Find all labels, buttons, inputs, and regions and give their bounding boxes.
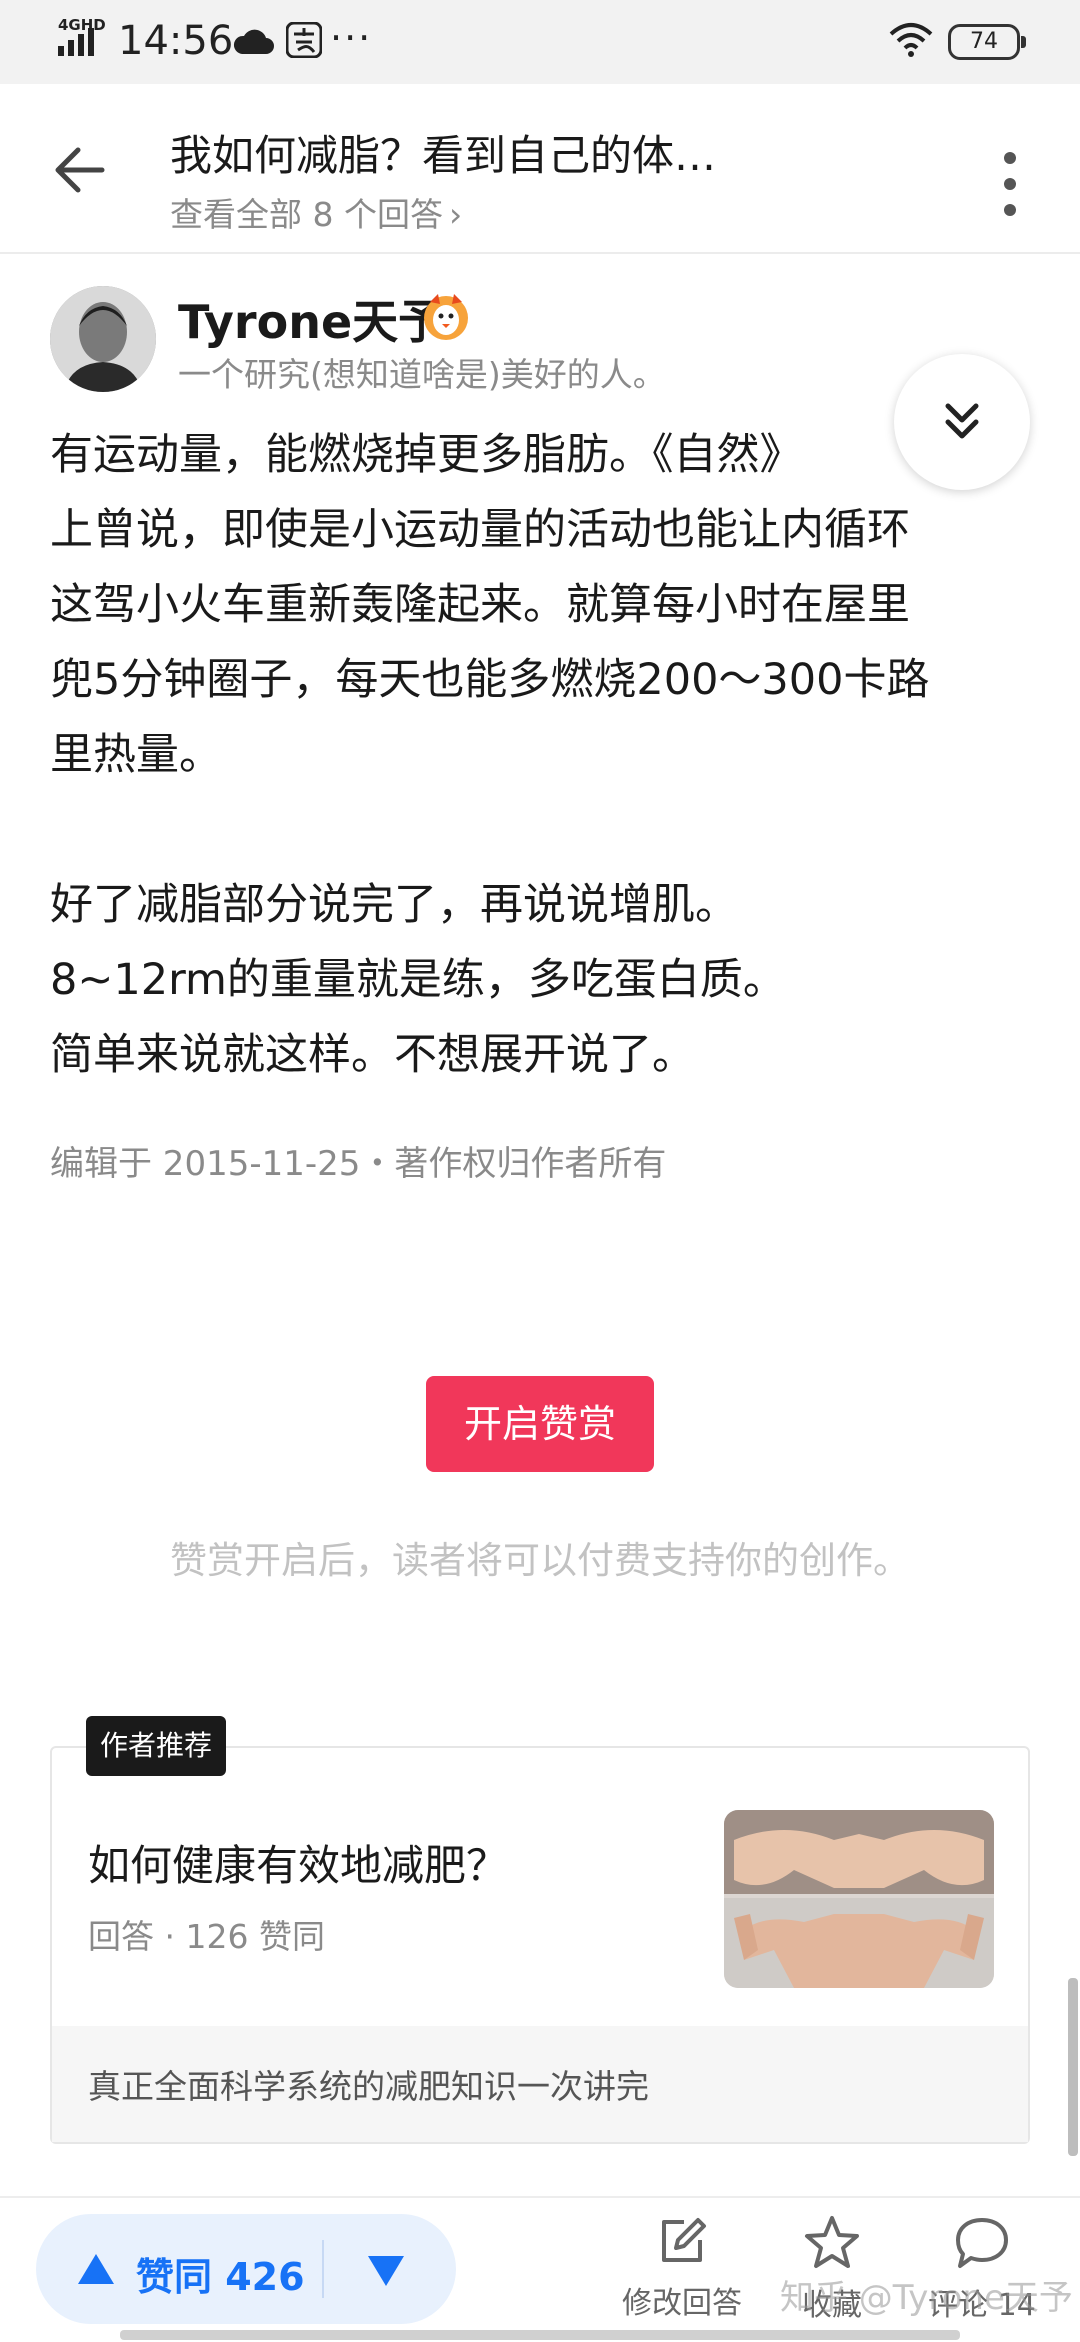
battery-indicator: 74 — [948, 24, 1026, 60]
back-arrow-icon[interactable] — [52, 142, 108, 198]
recommendation-footer-text: 真正全面科学系统的减肥知识一次讲完 — [88, 2067, 649, 2106]
scrollbar[interactable] — [1068, 1978, 1078, 2156]
answer-line: 兜5分钟圈子，每天也能多燃烧200～300卡路 — [50, 655, 930, 705]
view-all-answers-link[interactable]: 查看全部 8 个回答 › — [170, 188, 462, 236]
view-all-answers-label: 查看全部 8 个回答 — [170, 195, 443, 234]
upvote-button[interactable]: 赞同 426 — [36, 2214, 318, 2324]
author-badge-icon — [424, 294, 468, 340]
gesture-nav-bar[interactable] — [120, 2330, 960, 2340]
answer-body: 有运动量，能燃烧掉更多脂肪。《自然》 上曾说，即使是小运动量的活动也能让内循环 … — [50, 418, 1040, 1093]
comment-bubble-icon — [956, 2218, 1008, 2268]
alipay-icon — [286, 22, 322, 58]
author-bio: 一个研究(想知道啥是)美好的人。 — [178, 355, 666, 394]
star-icon — [805, 2216, 859, 2268]
recommendation-title[interactable]: 如何健康有效地减肥？ — [88, 1832, 508, 1893]
recommendation-tag: 作者推荐 — [86, 1716, 227, 1776]
chevron-right-icon: › — [448, 195, 463, 234]
recommendation-meta: 回答 · 126 赞同 — [88, 1917, 325, 1956]
answer-line: 有运动量，能燃烧掉更多脂肪。《自然》 — [50, 430, 803, 480]
answer-line: 简单来说就这样。不想展开说了。 — [50, 1030, 695, 1080]
signal-icon — [58, 28, 94, 56]
watermark: 知乎 @Tyrone天予 — [780, 2278, 1073, 2318]
question-header: 我如何减脂？看到自己的体… 查看全部 8 个回答 › — [0, 84, 1080, 254]
answer-line: 这驾小火车重新轰隆起来。就算每小时在屋里 — [50, 580, 910, 630]
recommendation-thumbnail[interactable] — [724, 1810, 994, 1988]
status-time: 14:56 — [118, 18, 234, 64]
edit-answer-button[interactable]: 修改回答 — [612, 2214, 752, 2340]
status-bar: 4GHD 14:56 ··· 74 — [0, 0, 1080, 84]
edit-answer-label: 修改回答 — [622, 2286, 742, 2321]
cloud-icon — [233, 29, 274, 54]
author-name[interactable]: Tyrone天予 — [178, 286, 444, 352]
question-title[interactable]: 我如何减脂？看到自己的体… — [170, 122, 810, 183]
more-notifications-icon: ··· — [330, 16, 373, 60]
author-avatar[interactable] — [50, 286, 156, 392]
enable-reward-button[interactable]: 开启赞赏 — [426, 1376, 654, 1472]
answer-line: 8~12rm的重量就是练，多吃蛋白质。 — [50, 955, 786, 1005]
edit-icon — [662, 2218, 706, 2262]
wifi-icon — [889, 23, 933, 57]
reward-hint: 赞赏开启后，读者将可以付费支持你的创作。 — [170, 1539, 910, 1582]
downvote-triangle-icon — [368, 2256, 404, 2286]
answer-line: 上曾说，即使是小运动量的活动也能让内循环 — [50, 505, 910, 555]
upvote-label: 赞同 426 — [136, 2255, 305, 2299]
answer-line: 里热量。 — [50, 730, 222, 780]
edit-meta: 编辑于 2015-11-25・著作权归作者所有 — [50, 1144, 667, 1184]
answer-line: 好了减脂部分说完了，再说说增肌。 — [50, 880, 738, 930]
more-options-icon[interactable] — [998, 144, 1022, 224]
vote-divider — [322, 2240, 324, 2298]
downvote-button[interactable] — [330, 2214, 450, 2324]
recommendation-footer[interactable]: 真正全面科学系统的减肥知识一次讲完 — [52, 2026, 1028, 2142]
upvote-triangle-icon — [78, 2254, 114, 2284]
